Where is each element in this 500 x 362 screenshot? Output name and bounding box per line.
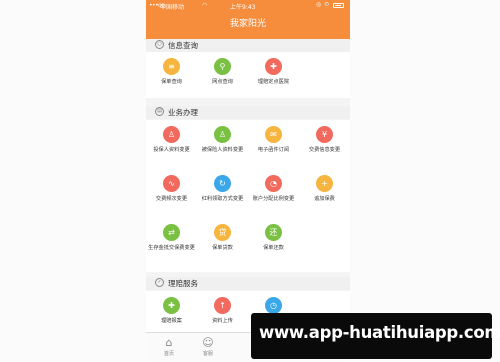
repay-icon: 还: [265, 224, 282, 241]
section-header-claims: ✓ 理赔服务: [146, 277, 350, 290]
person-icon: ♙: [214, 126, 231, 143]
menu-item-label: 资料上传: [212, 318, 233, 324]
trend-icon: ∿: [163, 175, 180, 192]
section-header-info-query: ○ 信息查询: [146, 39, 350, 52]
yen-icon: ¥: [316, 126, 333, 143]
page-title: 我家阳光: [229, 19, 266, 29]
section-title: 业务办理: [168, 108, 198, 117]
plus-icon: +: [316, 175, 333, 192]
wifi-icon: ◠: [202, 2, 208, 9]
clipboard-icon: ▤: [155, 107, 164, 116]
menu-item-label: 网点查询: [212, 79, 233, 85]
menu-item-label: 保单还款: [263, 245, 284, 251]
app-header: •••oo 中国移动 ◠ 上午9:43 ◎ ⊙ 我家阳光: [146, 0, 350, 39]
person-icon: ♙: [163, 126, 180, 143]
tab-label: 首页: [163, 351, 174, 357]
location-pin-icon: ⚲: [214, 58, 231, 75]
section-header-business: ▤ 业务办理: [146, 106, 350, 119]
clock-icon: ◷: [265, 297, 282, 314]
pie-chart-icon: ◔: [265, 175, 282, 192]
loan-icon: 贷: [214, 224, 231, 241]
menu-item-label: 理赔定点医院: [257, 79, 290, 85]
menu-item-label: 被保险人资料变更: [201, 147, 244, 153]
menu-item-label: 红利领取方式变更: [201, 196, 244, 202]
customer-service-icon: ☺: [202, 336, 214, 349]
watermark-banner: www.app-huatihuiapp.com: [251, 313, 500, 359]
menu-item-label: 交费频次变更: [155, 196, 188, 202]
exchange-icon: ⇄: [163, 224, 180, 241]
shield-plus-icon: ✚: [163, 297, 180, 314]
status-indicator-icons: ◎ ⊙: [316, 1, 330, 8]
menu-item-label: 追加保费: [314, 196, 335, 202]
phone-screen: •••oo 中国移动 ◠ 上午9:43 ◎ ⊙ 我家阳光 ○ 信息查询 ≡ 保单查…: [146, 0, 350, 362]
hospital-icon: ✚: [265, 58, 282, 75]
menu-item-label: 理赔报案: [161, 318, 182, 324]
menu-item-label: 保单贷款: [212, 245, 233, 251]
search-icon: ○: [155, 40, 164, 49]
list-icon: ≡: [163, 58, 180, 75]
menu-item-label: 账户分配比例变更: [252, 196, 295, 202]
envelope-icon: ✉: [265, 126, 282, 143]
tab-home[interactable]: ⌂ 首页: [149, 336, 189, 358]
menu-item-label: 保单查询: [161, 79, 182, 85]
menu-item-label: 投保人资料变更: [153, 147, 190, 153]
tab-label: 客服: [202, 351, 213, 357]
upload-icon: ↑: [214, 297, 231, 314]
status-bar: •••oo 中国移动 ◠ 上午9:43 ◎ ⊙: [146, 0, 350, 11]
watermark-text: www.app-huatihuiapp.com: [259, 323, 500, 342]
check-circle-icon: ✓: [155, 278, 164, 287]
menu-item-label: 交费信息变更: [308, 147, 341, 153]
status-time: 上午9:43: [230, 4, 256, 11]
battery-icon: [333, 3, 344, 8]
refresh-icon: ↻: [214, 175, 231, 192]
home-icon: ⌂: [165, 336, 173, 349]
section-title: 理赔服务: [168, 279, 198, 288]
tab-customer-service[interactable]: ☺ 客服: [188, 336, 228, 358]
section-title: 信息查询: [168, 41, 198, 50]
business-grid: ♙ 投保人资料变更 ♙ 被保险人资料变更 ✉ 电子函件订阅 ¥ 交费信息变更 ∿ 交费频次变更 ↻ 红…: [146, 120, 350, 272]
menu-item-label: 电子函件订阅: [257, 147, 290, 153]
carrier-name: 中国移动: [160, 4, 185, 11]
info-query-grid: ≡ 保单查询 ⚲ 网点查询 ✚ 理赔定点医院: [146, 52, 350, 98]
menu-item-label: 生存金抵交保费变更: [148, 245, 195, 251]
